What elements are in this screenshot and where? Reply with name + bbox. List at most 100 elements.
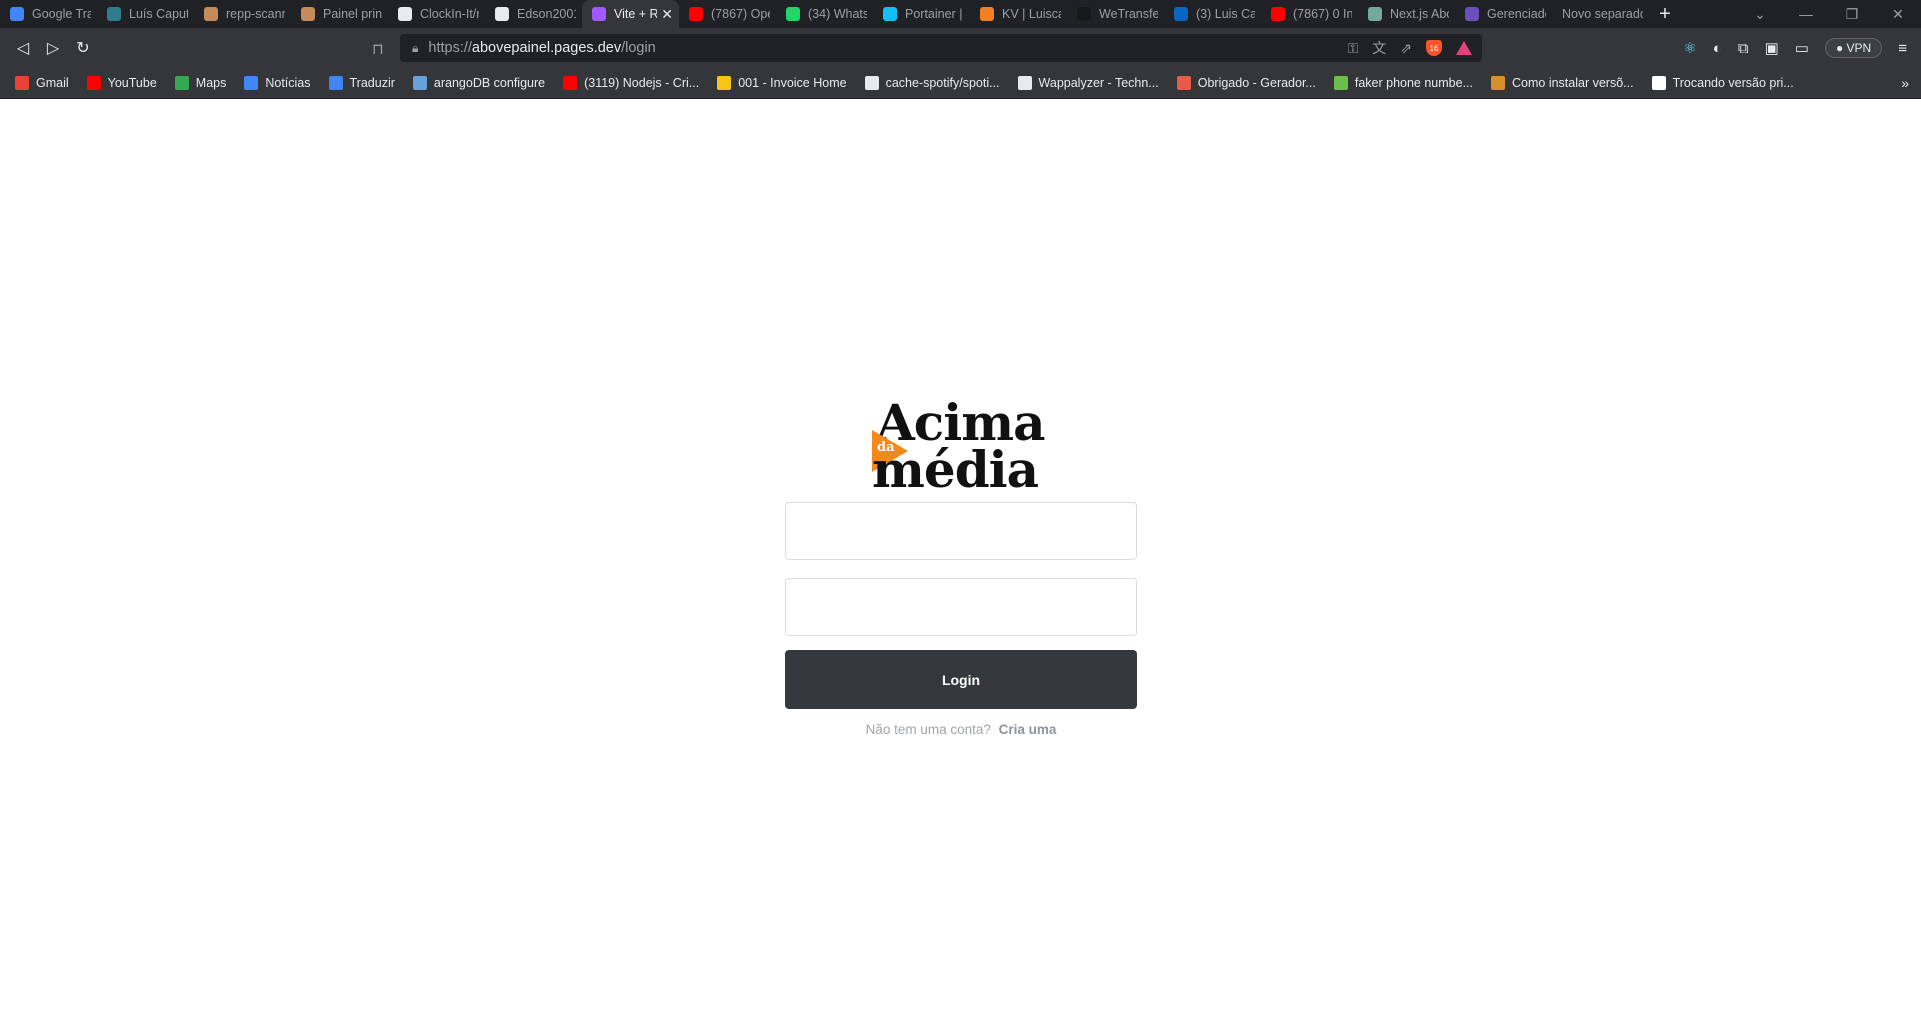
bookmark-item[interactable]: Trocando versão pri... [1643, 76, 1803, 90]
menu-icon[interactable]: ≡ [1898, 40, 1907, 57]
bookmark-item[interactable]: (3119) Nodejs - Cri... [554, 76, 708, 90]
lock-icon[interactable]: 🔒︎ [412, 41, 418, 56]
browser-tab[interactable]: (7867) 0 In [1261, 0, 1358, 28]
new-tab-button[interactable]: + [1649, 3, 1681, 26]
linkedin-icon [1174, 7, 1188, 21]
tab-search-icon[interactable]: ⌄ [1737, 6, 1783, 23]
maps-icon [174, 76, 189, 90]
forward-button[interactable]: ▷ [38, 38, 68, 58]
toolbar-right: ⚛ ◐ ⧉ ▣ ▭ ● VPN ≡ [1683, 28, 1921, 68]
bookmark-item[interactable]: Gmail [6, 76, 78, 90]
tab-title: (7867) 0 In [1293, 7, 1352, 21]
cloudflare-icon [980, 7, 994, 21]
login-button[interactable]: Login [785, 650, 1137, 709]
browser-tab[interactable]: repp-scann [194, 0, 291, 28]
bookmark-item[interactable]: faker phone numbe... [1325, 76, 1482, 90]
bookmark-item[interactable]: Obrigado - Gerador... [1168, 76, 1325, 90]
browser-tab[interactable]: Luís Caputo [97, 0, 194, 28]
google-translate-icon [10, 7, 24, 21]
extensions-icon[interactable]: ⧉ [1738, 40, 1749, 57]
bookmark-item[interactable]: arangoDB configure [404, 76, 554, 90]
tab-title: KV | Luiscap [1002, 7, 1061, 21]
tab-title: Painel princ [323, 7, 382, 21]
browser-tab[interactable]: (3) Luis Cap [1164, 0, 1261, 28]
vite-icon [592, 7, 606, 21]
react-devtools-icon[interactable]: ⚛ [1683, 39, 1696, 57]
minimize-button[interactable]: — [1783, 6, 1829, 22]
notion-icon [1651, 76, 1666, 90]
close-tab-icon[interactable]: ✕ [657, 6, 673, 23]
restore-button[interactable]: ❐ [1829, 6, 1875, 23]
browser-tab[interactable]: Novo separado [1552, 0, 1649, 28]
browser-tab[interactable]: Painel princ [291, 0, 388, 28]
bookmark-item[interactable]: Notícias [235, 76, 319, 90]
openai-icon [1368, 7, 1382, 21]
bookmark-item[interactable]: 001 - Invoice Home [708, 76, 855, 90]
back-button[interactable]: ◁ [8, 38, 38, 58]
bookmark-label: Traduzir [349, 76, 395, 90]
bookmark-item[interactable]: Wappalyzer - Techn... [1009, 76, 1168, 90]
bookmark-item[interactable]: Como instalar versõ... [1482, 76, 1643, 90]
more-bookmarks-icon[interactable]: » [1901, 75, 1909, 91]
bookmark-label: cache-spotify/spoti... [885, 76, 1000, 90]
browser-tab[interactable]: Gerenciado [1455, 0, 1552, 28]
whatsapp-icon [786, 7, 800, 21]
x-logo-icon [1176, 76, 1191, 90]
extension-circle-icon[interactable]: ◐ [1713, 40, 1722, 57]
bookmark-item[interactable]: Traduzir [320, 76, 404, 90]
browser-tab[interactable]: (7867) Ope [679, 0, 776, 28]
sidebar-icon[interactable]: ▣ [1765, 39, 1779, 57]
browser-tab[interactable]: Portainer | [873, 0, 970, 28]
tab-title: Google Tra [32, 7, 91, 21]
browser-tab[interactable]: Google Tra [0, 0, 97, 28]
bookmark-item[interactable]: YouTube [78, 76, 166, 90]
bookmark-icon[interactable]: ⊓ [372, 40, 384, 58]
wappalyzer-icon [1017, 76, 1032, 90]
tab-title: Novo separado [1562, 7, 1643, 21]
browser-tab[interactable]: Edson2001 [485, 0, 582, 28]
bookmark-label: arangoDB configure [433, 76, 546, 90]
url-text[interactable]: https://abovepainel.pages.dev/login [428, 40, 655, 56]
bookmark-label: faker phone numbe... [1354, 76, 1473, 90]
username-input[interactable] [785, 502, 1137, 560]
tab-title: repp-scann [226, 7, 285, 21]
wetransfer-icon [1077, 7, 1091, 21]
close-window-button[interactable]: ✕ [1875, 6, 1921, 23]
avatar-icon [204, 7, 218, 21]
gmail-icon [15, 76, 29, 90]
faker-icon [1333, 76, 1348, 90]
bookmark-item[interactable]: cache-spotify/spoti... [856, 76, 1009, 90]
dollar-icon [717, 76, 732, 90]
browser-tab[interactable]: WeTransfer [1067, 0, 1164, 28]
bookmark-label: Maps [195, 76, 227, 90]
vpn-button[interactable]: ● VPN [1824, 38, 1883, 58]
address-bar[interactable]: 🔒︎ https://abovepainel.pages.dev/login ⚿… [400, 34, 1482, 62]
google-translate-icon [328, 76, 343, 90]
browser-tab[interactable]: (34) Whats [776, 0, 873, 28]
bookmark-item[interactable]: Maps [166, 76, 236, 90]
browser-tab[interactable]: Next.js Abo [1358, 0, 1455, 28]
bookmark-label: YouTube [107, 76, 157, 90]
bookmark-label: Notícias [265, 76, 311, 90]
youtube-icon [1271, 7, 1285, 21]
browser-tab[interactable]: KV | Luiscap [970, 0, 1067, 28]
bookmark-label: (3119) Nodejs - Cri... [584, 76, 700, 90]
key-icon[interactable]: ⚿ [1348, 40, 1359, 57]
tab-title: Gerenciado [1487, 7, 1546, 21]
password-input[interactable] [785, 578, 1137, 636]
bookmark-label: Obrigado - Gerador... [1197, 76, 1316, 90]
signup-link[interactable]: Cria uma [999, 722, 1057, 737]
bookmark-label: Trocando versão pri... [1672, 76, 1794, 90]
brave-shield-icon[interactable]: 16 [1426, 40, 1442, 56]
wallet-icon[interactable]: ▭ [1795, 39, 1809, 57]
translate-icon[interactable]: 文 [1372, 38, 1386, 58]
extension-icon [1465, 7, 1479, 21]
share-icon[interactable]: ⇗ [1400, 40, 1412, 57]
reload-button[interactable]: ↻ [68, 38, 98, 58]
omnibox-actions: ⚿ 文 ⇗ 16 [1348, 34, 1472, 62]
tab-list: Google Tra Luís Caputo repp-scann Painel pr… [0, 0, 1649, 28]
gopher-icon [1491, 76, 1505, 90]
browser-tab[interactable]: Vite + R ✕ [582, 0, 679, 28]
browser-tab[interactable]: ClockIn-It/r [388, 0, 485, 28]
brave-rewards-icon[interactable] [1456, 41, 1472, 55]
